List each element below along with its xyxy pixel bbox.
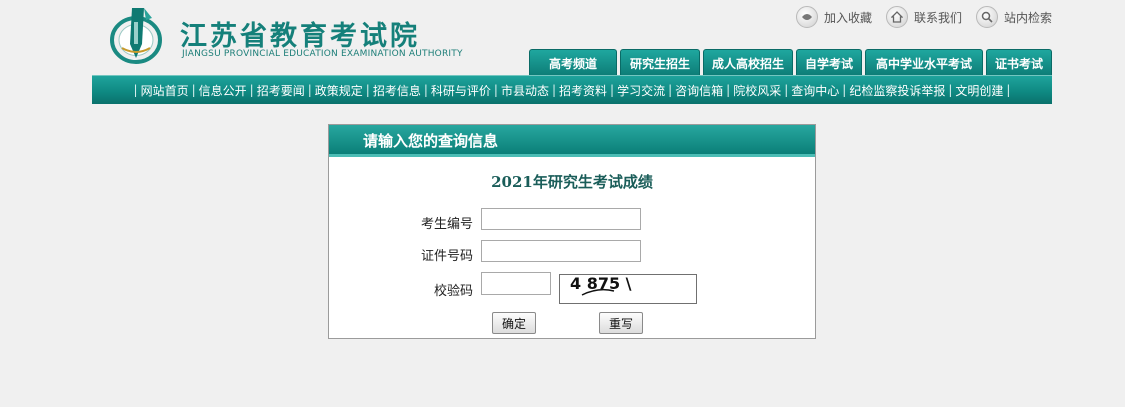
tab-high-school[interactable]: 高中学业水平考试 bbox=[865, 49, 983, 76]
captcha-image[interactable]: 4 875 \ bbox=[559, 274, 697, 304]
nav-item-8[interactable]: 招考资料 bbox=[559, 82, 607, 99]
nav-separator: | bbox=[551, 83, 557, 97]
home-icon bbox=[885, 6, 908, 28]
nav-item-7[interactable]: 市县动态 bbox=[501, 82, 549, 99]
nav-separator: | bbox=[365, 83, 370, 97]
nav-item-14[interactable]: 文明创建 bbox=[955, 82, 1003, 99]
add-favorite-link[interactable]: 加入收藏 bbox=[795, 6, 872, 28]
reset-button[interactable]: 重写 bbox=[599, 312, 643, 334]
nav-separator: | bbox=[726, 83, 731, 97]
verify-code-input[interactable] bbox=[481, 272, 551, 295]
tab-self-study[interactable]: 自学考试 bbox=[796, 49, 862, 76]
nav-separator: | bbox=[423, 83, 428, 97]
site-search-label: 站内检索 bbox=[1003, 10, 1052, 25]
panel-header-title: 请输入您的查询信息 bbox=[363, 132, 499, 150]
bookmark-icon bbox=[795, 6, 818, 28]
top-links: 加入收藏 联系我们 站内检索 bbox=[795, 6, 1052, 28]
contact-us-label: 联系我们 bbox=[913, 10, 962, 25]
site-name-en: JIANGSU PROVINCIAL EDUCATION EXAMINATION… bbox=[182, 49, 463, 59]
tab-graduate[interactable]: 研究生招生 bbox=[620, 49, 700, 76]
nav-separator: | bbox=[948, 83, 953, 97]
site-header: 江苏省教育考试院 JIANGSU PROVINCIAL EDUCATION EX… bbox=[92, 0, 1052, 104]
main-nav: | 网站首页 | 信息公开 | 招考要闻 | 政策规定 | 招考信息 | 科研与评价 | 市县动态 | 招考资… bbox=[92, 75, 1052, 104]
site-name-cn: 江苏省教育考试院 bbox=[180, 21, 420, 52]
nav-item-11[interactable]: 院校风采 bbox=[733, 82, 781, 99]
nav-separator: | bbox=[133, 83, 138, 97]
nav-item-3[interactable]: 招考要闻 bbox=[257, 82, 305, 99]
nav-item-10[interactable]: 咨询信箱 bbox=[675, 82, 723, 99]
query-panel: 请输入您的查询信息 2021年研究生考试成绩 考生编号 证件号码 校验码 4 8… bbox=[328, 124, 816, 339]
nav-separator: | bbox=[307, 83, 312, 97]
site-search-link[interactable]: 站内检索 bbox=[975, 6, 1052, 28]
panel-header: 请输入您的查询信息 bbox=[329, 125, 815, 157]
nav-separator: | bbox=[1006, 83, 1011, 97]
channel-tabs: 高考频道 研究生招生 成人高校招生 自学考试 高中学业水平考试 证书考试 bbox=[529, 49, 1052, 76]
search-icon bbox=[975, 6, 998, 28]
id-number-input[interactable] bbox=[481, 240, 641, 262]
nav-separator: | bbox=[668, 83, 673, 97]
captcha-drawing: 4 875 \ bbox=[570, 274, 632, 296]
tab-certificate[interactable]: 证书考试 bbox=[986, 49, 1052, 76]
contact-us-link[interactable]: 联系我们 bbox=[885, 6, 962, 28]
nav-item-13[interactable]: 纪检监察投诉举报 bbox=[849, 82, 945, 99]
tab-gaokao[interactable]: 高考频道 bbox=[529, 49, 617, 76]
nav-item-12[interactable]: 查询中心 bbox=[791, 82, 839, 99]
nav-item-9[interactable]: 学习交流 bbox=[617, 82, 665, 99]
nav-item-4[interactable]: 政策规定 bbox=[315, 82, 363, 99]
exam-title: 2021年研究生考试成绩 bbox=[491, 173, 653, 191]
tab-adult[interactable]: 成人高校招生 bbox=[703, 49, 793, 76]
nav-items: | 网站首页 | 信息公开 | 招考要闻 | 政策规定 | 招考信息 | 科研与评价 | 市县动态 | 招考资… bbox=[131, 82, 1014, 99]
verify-code-label: 校验码 bbox=[433, 284, 473, 299]
nav-separator: | bbox=[249, 83, 254, 97]
confirm-button[interactable]: 确定 bbox=[492, 312, 536, 334]
nav-separator: | bbox=[493, 83, 498, 97]
logo-emblem-icon bbox=[110, 8, 162, 64]
nav-separator: | bbox=[610, 83, 615, 97]
exam-number-input[interactable] bbox=[481, 208, 641, 230]
nav-item-1[interactable]: 网站首页 bbox=[141, 82, 189, 99]
nav-item-5[interactable]: 招考信息 bbox=[373, 82, 421, 99]
nav-item-2[interactable]: 信息公开 bbox=[199, 82, 247, 99]
nav-separator: | bbox=[842, 83, 847, 97]
nav-separator: | bbox=[191, 83, 196, 97]
nav-separator: | bbox=[784, 83, 789, 97]
add-favorite-label: 加入收藏 bbox=[823, 10, 872, 25]
nav-item-6[interactable]: 科研与评价 bbox=[431, 82, 491, 99]
exam-number-label: 考生编号 bbox=[420, 217, 473, 232]
id-number-label: 证件号码 bbox=[420, 249, 473, 264]
